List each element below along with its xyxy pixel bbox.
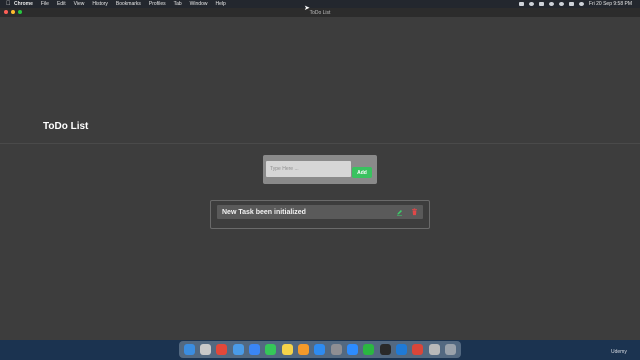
menu-file[interactable]: File [41,0,49,8]
battery-icon[interactable] [538,2,544,6]
dock [179,341,461,358]
messages-icon[interactable] [265,344,277,355]
menu-edit[interactable]: Edit [57,0,66,8]
dropbox-icon[interactable] [518,2,524,6]
whatsapp-icon[interactable] [363,344,375,355]
menu-bookmarks[interactable]: Bookmarks [116,0,141,8]
menu-bar:  Chrome File Edit View History Bookmark… [0,0,640,8]
delete-button[interactable] [408,207,420,217]
menu-tab[interactable]: Tab [174,0,182,8]
watermark: Udemy [611,349,627,355]
header-divider [0,143,640,144]
menu-clock[interactable]: Fri 20 Sep 9:58 PM [589,0,632,8]
menu-window[interactable]: Window [190,0,208,8]
launchpad-icon[interactable] [200,344,212,355]
wifi-icon[interactable] [548,2,554,6]
edit-button[interactable] [393,207,405,217]
zoom-icon[interactable] [347,344,359,355]
page-title: ToDo List [43,121,89,132]
zoom-window-button[interactable] [18,10,22,14]
task-item: New Task been initialized [217,205,423,219]
trash-icon [411,208,417,216]
menu-help[interactable]: Help [215,0,225,8]
siri-icon[interactable] [578,2,584,6]
pages-icon[interactable] [298,344,310,355]
control-center-icon[interactable] [568,2,574,6]
mouse-cursor-icon: ➤ [304,5,310,12]
terminal-icon[interactable] [379,344,391,355]
search-icon[interactable] [558,2,564,6]
task-text: New Task been initialized [222,208,306,216]
apple-icon[interactable]:  [6,0,14,8]
chrome-alt-icon[interactable] [412,344,424,355]
vscode-icon[interactable] [396,344,408,355]
mail-icon[interactable] [249,344,261,355]
camera-icon[interactable] [528,2,534,6]
traffic-lights [4,10,22,14]
finder-icon[interactable] [183,344,195,355]
menu-app-name[interactable]: Chrome [14,0,33,8]
trash-icon[interactable] [445,344,457,355]
task-input[interactable] [266,161,351,177]
settings-icon[interactable] [330,344,342,355]
menu-history[interactable]: History [92,0,108,8]
add-button[interactable]: Add [352,167,372,178]
notes-icon[interactable] [281,344,293,355]
chrome-icon[interactable] [216,344,228,355]
close-window-button[interactable] [4,10,8,14]
menu-profiles[interactable]: Profiles [149,0,166,8]
menu-view[interactable]: View [74,0,85,8]
pencil-icon [396,209,402,216]
minimize-window-button[interactable] [11,10,15,14]
window-titlebar[interactable]: ToDo List [0,8,640,17]
preview-icon[interactable] [428,344,440,355]
window-title: ToDo List [309,9,331,16]
app-store-icon[interactable] [314,344,326,355]
safari-icon[interactable] [232,344,244,355]
